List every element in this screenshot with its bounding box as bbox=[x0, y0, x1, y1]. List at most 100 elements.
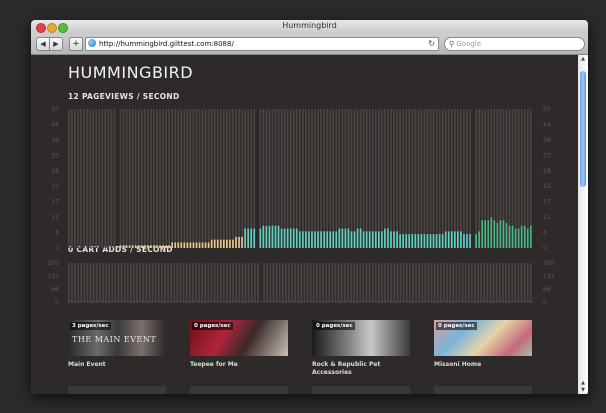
product-thumbnail[interactable]: 0 pages/sec bbox=[190, 320, 288, 356]
background-bar bbox=[210, 263, 213, 302]
pageview-bar bbox=[390, 231, 392, 248]
pageview-bar bbox=[305, 231, 307, 248]
background-bar bbox=[316, 263, 318, 302]
background-bar bbox=[405, 109, 408, 248]
background-bar bbox=[83, 109, 85, 248]
pageview-bar bbox=[463, 234, 465, 248]
background-bar bbox=[303, 263, 306, 302]
next-row-thumb bbox=[434, 386, 532, 394]
pageview-bar bbox=[378, 231, 380, 248]
background-bar bbox=[526, 109, 529, 248]
next-row-thumb bbox=[312, 386, 410, 394]
background-bar bbox=[457, 109, 459, 248]
background-bar bbox=[427, 263, 430, 302]
y-tick-label-right: 50 bbox=[543, 106, 551, 113]
address-bar[interactable]: http://hummingbird.gilttest.com:8088/ ↻ bbox=[85, 37, 439, 51]
background-bar bbox=[309, 263, 312, 302]
background-bar bbox=[120, 263, 123, 302]
background-bar bbox=[378, 263, 380, 302]
background-bar bbox=[314, 109, 316, 248]
background-bar bbox=[417, 109, 420, 248]
background-bar bbox=[344, 109, 347, 248]
page-content: HUMMINGBIRD 12 PAGEVIEWS / SECOND 0 CART… bbox=[31, 55, 578, 394]
pageview-bar bbox=[219, 239, 222, 248]
pageview-bar bbox=[308, 231, 310, 248]
y-tick-label-left: 28 bbox=[51, 168, 59, 175]
background-bar bbox=[86, 109, 88, 248]
globe-icon bbox=[88, 39, 96, 47]
background-bar bbox=[446, 263, 448, 302]
background-bar bbox=[390, 263, 393, 302]
background-bar bbox=[247, 109, 249, 248]
product-name-link[interactable]: Teepee for Me bbox=[190, 361, 288, 369]
add-bookmark-button[interactable]: + bbox=[69, 37, 83, 51]
background-bar bbox=[502, 263, 504, 302]
pageview-bar bbox=[438, 234, 441, 248]
back-button[interactable]: ◀ bbox=[36, 37, 50, 51]
next-row-thumb bbox=[68, 386, 166, 394]
background-bar bbox=[320, 109, 322, 248]
background-bar bbox=[399, 109, 401, 248]
background-bar bbox=[297, 263, 300, 302]
product-thumbnail[interactable]: 0 pages/sec bbox=[434, 320, 532, 356]
background-bar bbox=[95, 263, 98, 302]
product-name-link[interactable]: Missoni Home bbox=[434, 361, 532, 369]
background-bar bbox=[159, 109, 161, 248]
background-bar bbox=[347, 109, 350, 248]
background-bar bbox=[424, 263, 427, 302]
background-bar bbox=[335, 109, 338, 248]
background-bar bbox=[322, 263, 324, 302]
background-bar bbox=[421, 263, 424, 302]
background-bar bbox=[167, 263, 169, 302]
background-bar bbox=[347, 263, 349, 302]
pages-per-sec-badge: 3 pages/sec bbox=[70, 322, 111, 330]
background-bar bbox=[325, 263, 328, 302]
background-bar bbox=[195, 109, 198, 248]
forward-button[interactable]: ▶ bbox=[49, 37, 63, 51]
background-bar bbox=[107, 109, 110, 248]
background-bar bbox=[356, 109, 359, 248]
background-bar bbox=[266, 263, 269, 302]
background-bar bbox=[409, 263, 411, 302]
pageview-bar bbox=[125, 245, 128, 248]
product-thumbnail[interactable]: 0 pages/sec bbox=[312, 320, 410, 356]
background-bar bbox=[281, 263, 284, 302]
pageview-bar bbox=[478, 231, 480, 248]
background-bar bbox=[341, 109, 344, 248]
pageview-bar bbox=[216, 239, 219, 248]
pageview-bar bbox=[426, 234, 429, 248]
background-bar bbox=[283, 109, 286, 248]
background-bar bbox=[204, 263, 207, 302]
product-name-link[interactable]: Main Event bbox=[68, 361, 166, 369]
pageview-bar bbox=[359, 228, 362, 248]
background-bar bbox=[495, 263, 498, 302]
scroll-down-icon[interactable]: ▼ bbox=[578, 387, 588, 393]
scroll-up-icon[interactable]: ▲ bbox=[578, 56, 588, 62]
product-name-link[interactable]: Rock & Republic Pet Accessories bbox=[312, 361, 410, 377]
pageview-bar bbox=[244, 228, 246, 248]
pageview-bar bbox=[286, 228, 289, 248]
pageview-bar bbox=[460, 231, 462, 248]
background-bar bbox=[486, 263, 489, 302]
background-bar bbox=[223, 263, 225, 302]
scroll-up-icon[interactable]: ▲ bbox=[578, 380, 588, 386]
background-bar bbox=[213, 109, 216, 248]
pageview-bar bbox=[302, 231, 304, 248]
y-tick-label-right: 17 bbox=[543, 199, 551, 206]
background-bar bbox=[387, 263, 390, 302]
product-thumbnail[interactable]: 3 pages/sec THE MAIN EVENT bbox=[68, 320, 166, 356]
reload-icon[interactable]: ↻ bbox=[428, 38, 435, 50]
pageview-bar bbox=[128, 245, 131, 248]
background-bar bbox=[362, 263, 365, 302]
background-bar bbox=[143, 109, 146, 248]
scroll-thumb[interactable] bbox=[580, 71, 586, 187]
background-bar bbox=[235, 263, 238, 302]
background-bar bbox=[133, 263, 135, 302]
y-tick-label-left: 0 bbox=[55, 245, 59, 252]
search-input[interactable]: ⚲ Google bbox=[444, 37, 585, 51]
vertical-scrollbar[interactable]: ▲ ▲ ▼ bbox=[578, 55, 588, 394]
background-bar bbox=[153, 109, 155, 248]
background-bar bbox=[150, 109, 152, 248]
pageview-bar bbox=[387, 228, 389, 248]
background-bar bbox=[108, 263, 111, 302]
